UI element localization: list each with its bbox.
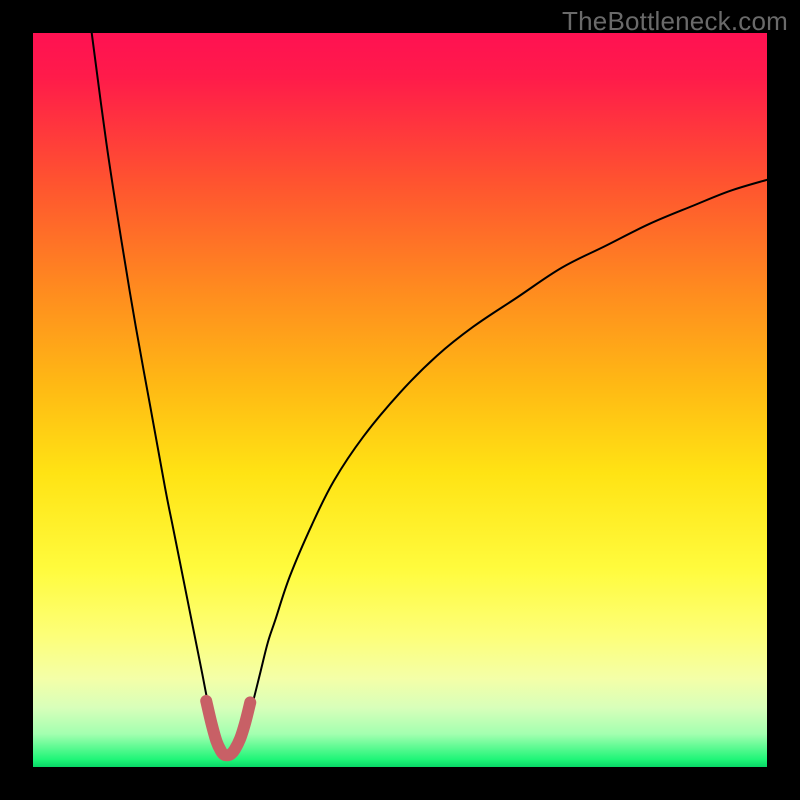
outer-frame: TheBottleneck.com [0,0,800,800]
chart-area [33,33,767,767]
gradient-background [33,33,767,767]
chart-svg [33,33,767,767]
